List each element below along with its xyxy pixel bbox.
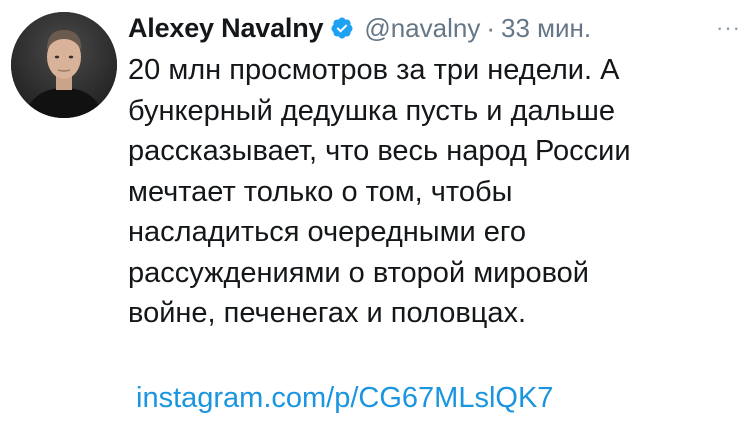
tweet-text-line: рассуждениями о второй мировой — [128, 256, 589, 289]
tweet-text-line: 20 млн просмотров за три недели. А — [128, 54, 620, 86]
more-dots-icon[interactable]: ··· — [716, 17, 741, 39]
tweet-header: Alexey Navalny @navalny · 33 мин. ··· — [128, 8, 741, 48]
tweet-text-line: войне, печенегах и половцах. — [128, 297, 527, 329]
avatar[interactable] — [11, 12, 117, 118]
author-name[interactable]: Alexey Navalny — [128, 13, 324, 44]
verified-badge-icon — [330, 16, 354, 40]
avatar-image — [11, 12, 117, 118]
tweet-text-line: рассказывает, что весь народ России — [128, 135, 631, 167]
tweet: Alexey Navalny @navalny · 33 мин. ··· 20… — [0, 0, 755, 432]
tweet-text: 20 млн просмотров за три недели. А бунке… — [128, 50, 708, 334]
tweet-text-line: насладиться очередными его — [128, 216, 526, 248]
author-handle[interactable]: @navalny — [364, 13, 480, 44]
tweet-text-line: бункерный дедушка пусть и дальше — [128, 94, 616, 127]
tweet-text-line: мечтает только о том, чтобы — [128, 175, 513, 208]
separator-dot: · — [486, 12, 496, 43]
tweet-timestamp[interactable]: 33 мин. — [501, 13, 591, 44]
instagram-link[interactable]: instagram.com/p/CG67MLslQK7 — [136, 382, 553, 415]
tweet-content: Alexey Navalny @navalny · 33 мин. ··· 20… — [128, 8, 741, 415]
